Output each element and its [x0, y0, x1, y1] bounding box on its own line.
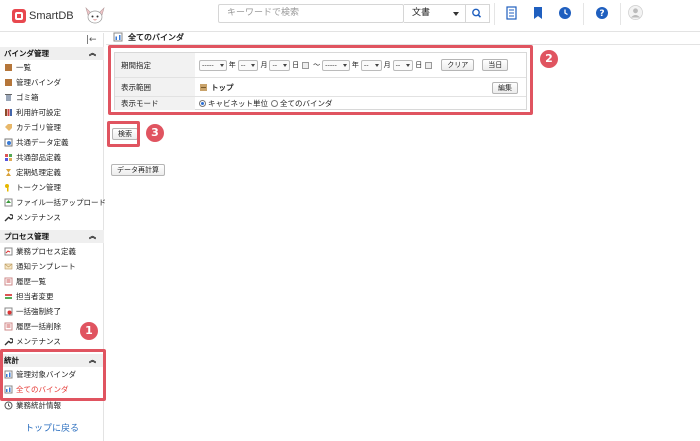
assignee-icon — [5, 294, 12, 299]
sidebar-item-managed-binders[interactable]: 管理バインダ — [4, 76, 61, 89]
terminate-icon — [4, 307, 13, 316]
clock-icon — [4, 401, 13, 410]
logo-mark-icon — [12, 9, 26, 23]
help-icon[interactable]: ? — [595, 6, 609, 20]
search-scope-value: 文書 — [412, 8, 431, 18]
section-title: バインダ管理 — [4, 49, 49, 58]
chevron-up-icon: ︽ — [89, 49, 96, 57]
header-divider — [620, 3, 621, 25]
sidebar-item-common-parts[interactable]: 共通部品定義 — [4, 151, 61, 164]
sidebar-item-token[interactable]: トークン管理 — [4, 181, 61, 194]
header-divider — [583, 3, 584, 25]
binder-icon — [5, 64, 12, 71]
top-header: SmartDB キーワードで検索 文書 ? — [0, 0, 700, 32]
sidebar-item-trash[interactable]: ゴミ箱 — [4, 91, 39, 104]
mail-icon — [4, 263, 13, 270]
back-to-top-link[interactable]: トップに戻る — [0, 421, 104, 434]
page-title-text: 全てのバインダ — [128, 32, 184, 42]
sidebar-item-assignee-change[interactable]: 担当者変更 — [4, 290, 54, 303]
sidebar-item-process-maintenance[interactable]: メンテナンス — [4, 335, 61, 348]
process-icon — [4, 247, 13, 256]
svg-text:?: ? — [599, 9, 604, 19]
page-title: 全てのバインダ — [113, 30, 184, 44]
sidebar-item-notification-template[interactable]: 通知テンプレート — [4, 260, 76, 273]
sidebar-item-history-bulk-delete[interactable]: 履歴一括削除 — [4, 320, 61, 333]
callout-badge-2: 2 — [540, 50, 558, 68]
sidebar-item-common-data[interactable]: 共通データ定義 — [4, 136, 69, 149]
trash-icon — [5, 94, 12, 101]
sidebar-item-list[interactable]: 一覧 — [4, 61, 31, 74]
search-scope-select[interactable]: 文書 — [404, 4, 466, 23]
search-icon — [472, 8, 482, 18]
wrench-icon — [4, 214, 13, 222]
highlight-box-stats — [0, 349, 106, 401]
user-avatar-icon[interactable] — [628, 5, 643, 20]
stats-icon — [113, 32, 123, 42]
recalculate-button[interactable]: データ再計算 — [111, 164, 165, 176]
sidebar-item-bulk-upload[interactable]: ファイル一括アップロード — [4, 196, 106, 209]
highlight-box-form — [108, 45, 533, 115]
header-divider — [494, 3, 495, 25]
logo-text: SmartDB — [29, 10, 74, 22]
sidebar-item-history-list[interactable]: 履歴一覧 — [4, 275, 46, 288]
sidebar-item-maintenance[interactable]: メンテナンス — [4, 211, 61, 224]
history-delete-icon — [4, 322, 13, 331]
history-clock-icon[interactable] — [558, 6, 572, 20]
callout-badge-1: 1 — [80, 322, 98, 340]
section-title: プロセス管理 — [4, 232, 49, 241]
wrench-icon — [4, 338, 13, 346]
sidebar-item-process-definition[interactable]: 業務プロセス定義 — [4, 245, 76, 258]
upload-icon — [4, 198, 13, 207]
hourglass-icon — [6, 169, 11, 176]
sidebar-section-process[interactable]: プロセス管理 ︽ — [0, 230, 104, 243]
sidebar-section-binder[interactable]: バインダ管理 ︽ — [0, 47, 104, 60]
books-icon — [5, 109, 12, 116]
search-input[interactable]: キーワードで検索 — [218, 4, 404, 23]
highlight-box-search — [107, 121, 140, 147]
chevron-down-icon — [453, 12, 459, 16]
data-definition-icon — [4, 138, 13, 147]
sidebar-item-bulk-terminate[interactable]: 一括強制終了 — [4, 305, 61, 318]
smartdb-logo[interactable]: SmartDB — [12, 7, 74, 25]
binder-icon — [5, 79, 12, 86]
sidebar-collapse-icon[interactable]: |← — [86, 35, 97, 45]
history-list-icon — [4, 277, 13, 286]
sidebar-item-scheduled[interactable]: 定期処理定義 — [4, 166, 61, 179]
sidebar-item-permissions[interactable]: 利用許可設定 — [4, 106, 61, 119]
search-button[interactable] — [466, 4, 490, 23]
parts-icon — [5, 154, 12, 161]
tag-icon — [5, 124, 12, 131]
callout-badge-3: 3 — [146, 124, 164, 142]
binder-list-icon[interactable] — [505, 6, 519, 20]
mascot-icon — [85, 6, 105, 24]
bookmark-icon[interactable] — [531, 6, 545, 20]
key-icon — [5, 184, 9, 192]
chevron-up-icon: ︽ — [89, 232, 96, 240]
sidebar-item-category[interactable]: カテゴリ管理 — [4, 121, 61, 134]
